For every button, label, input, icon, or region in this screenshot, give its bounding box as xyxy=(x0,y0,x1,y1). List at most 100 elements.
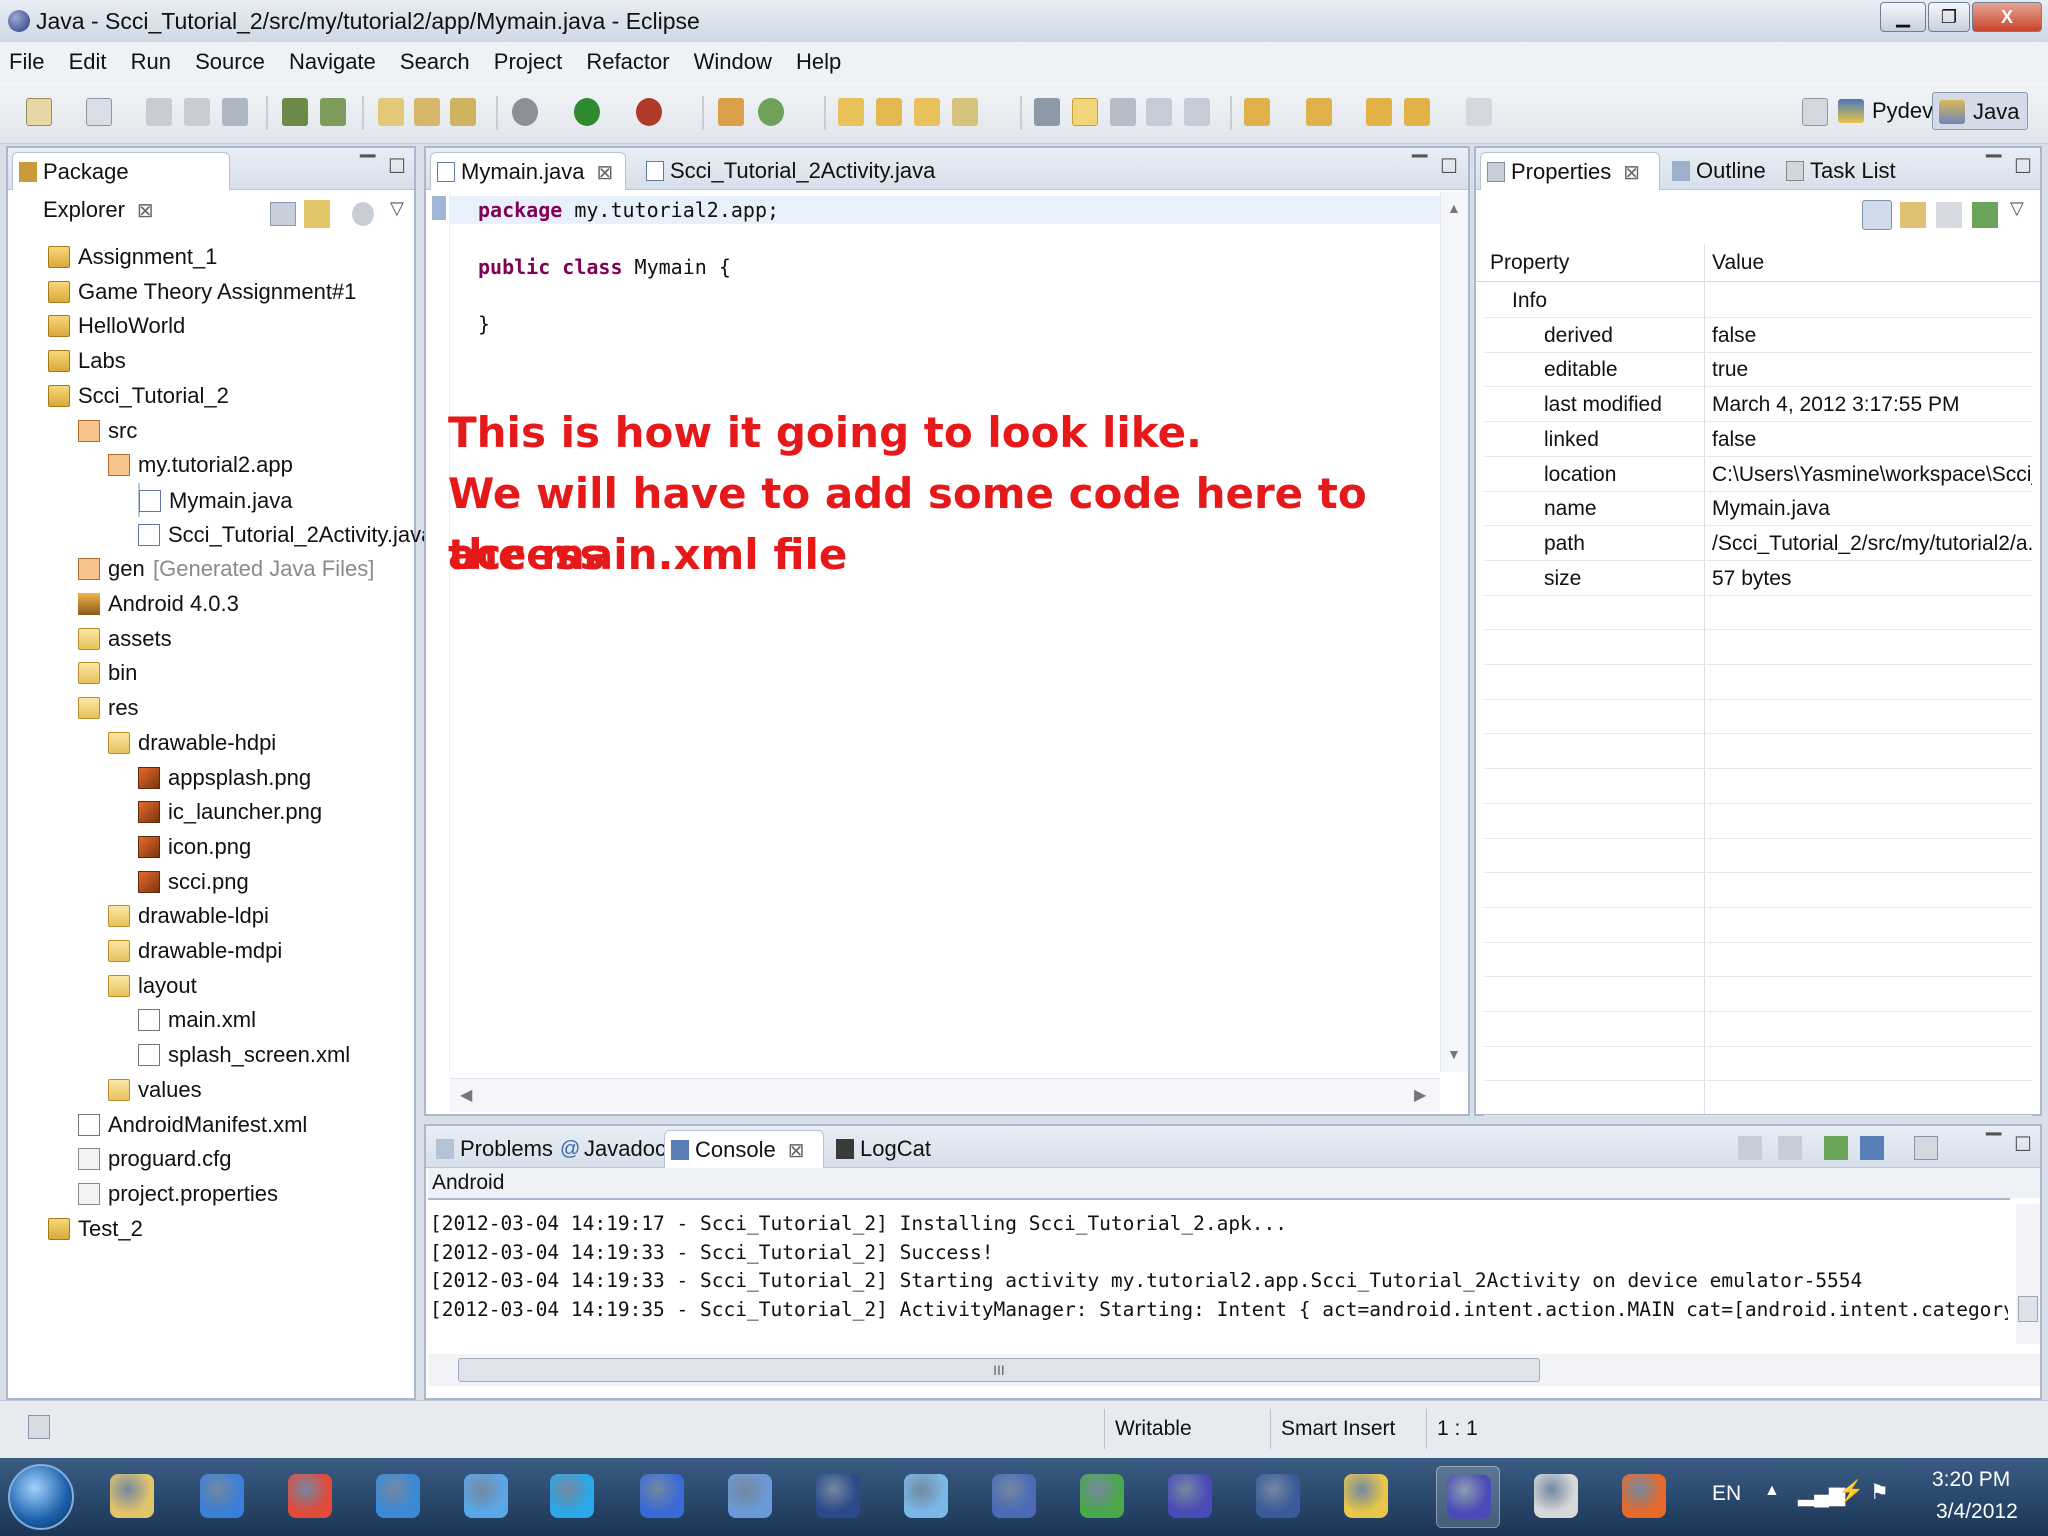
last-edit-location-icon[interactable] xyxy=(1366,98,1392,126)
scroll-lock-icon[interactable] xyxy=(1778,1136,1802,1160)
menu-source[interactable]: Source xyxy=(186,42,274,82)
tab-task-list[interactable]: Task List xyxy=(1780,152,1900,190)
open-folder-icon[interactable] xyxy=(914,98,940,126)
tab-outline[interactable]: Outline xyxy=(1666,152,1776,190)
close-tab-icon[interactable]: ⊠ xyxy=(788,1140,805,1162)
collapse-all-icon[interactable] xyxy=(270,202,296,226)
view-dropdown-icon[interactable]: ▽ xyxy=(2010,198,2024,219)
power-icon[interactable]: ⚡ xyxy=(1838,1480,1864,1504)
taskbar-folder-app-button[interactable] xyxy=(1334,1466,1398,1528)
tab-package-explorer[interactable]: Package Explorer ⊠ xyxy=(12,152,230,222)
taskbar-messenger-button[interactable] xyxy=(454,1466,518,1528)
minimize-view-icon[interactable]: ▔ xyxy=(1412,154,1427,179)
display-console-icon[interactable] xyxy=(1860,1136,1884,1160)
menu-refactor[interactable]: Refactor xyxy=(577,42,678,82)
code-line-5[interactable]: } xyxy=(478,312,490,336)
filter-icon[interactable] xyxy=(1936,202,1962,228)
console-horizontal-scrollbar[interactable]: III xyxy=(428,1354,2040,1386)
action-center-flag-icon[interactable]: ⚑ xyxy=(1870,1480,1889,1505)
view-dropdown-icon[interactable]: ▽ xyxy=(390,198,404,219)
taskbar-qt-creator-button[interactable] xyxy=(1070,1466,1134,1528)
minimize-view-icon[interactable]: ▔ xyxy=(360,154,375,179)
avd-manager-icon[interactable] xyxy=(320,98,346,126)
external-tools-icon[interactable] xyxy=(636,98,662,126)
minimize-button[interactable]: ▁ xyxy=(1880,2,1926,32)
print-icon[interactable] xyxy=(222,98,248,126)
scroll-down-icon[interactable]: ▼ xyxy=(1447,1046,1461,1062)
save-all-icon[interactable] xyxy=(184,98,210,126)
taskbar-eclipse-active-button[interactable] xyxy=(1436,1466,1500,1528)
maximize-button[interactable]: ❐ xyxy=(1928,2,1970,32)
menu-file[interactable]: File xyxy=(0,42,53,82)
clock-date[interactable]: 3/4/2012 xyxy=(1936,1500,2018,1524)
tab-properties[interactable]: Properties ⊠ xyxy=(1480,152,1660,190)
debug-icon[interactable] xyxy=(512,98,538,126)
scroll-thumb[interactable] xyxy=(2018,1296,2038,1322)
taskbar-photoshop-button[interactable] xyxy=(806,1466,870,1528)
maximize-view-icon[interactable]: ☐ xyxy=(2014,154,2032,179)
close-tab-icon[interactable]: ⊠ xyxy=(137,200,154,222)
show-hidden-icons-icon[interactable]: ▲ xyxy=(1764,1482,1780,1500)
language-indicator[interactable]: EN xyxy=(1712,1482,1741,1506)
menu-edit[interactable]: Edit xyxy=(60,42,116,82)
property-row[interactable]: size 57 bytes xyxy=(1484,562,2032,596)
menu-navigate[interactable]: Navigate xyxy=(280,42,385,82)
minimize-view-icon[interactable]: ▔ xyxy=(1986,154,2001,179)
code-line-3[interactable]: public class Mymain { xyxy=(478,255,731,279)
taskbar-itunes-button[interactable] xyxy=(630,1466,694,1528)
editor-vertical-scrollbar[interactable]: ▲ ▼ xyxy=(1440,192,1468,1072)
tab-problems[interactable]: Problems xyxy=(430,1130,553,1168)
new-android-project-icon[interactable] xyxy=(378,98,404,126)
link-with-editor-icon[interactable] xyxy=(304,200,330,228)
close-tab-icon[interactable]: ⊠ xyxy=(1623,162,1640,184)
block-selection-icon[interactable] xyxy=(1146,98,1172,126)
new-android-xml-icon[interactable] xyxy=(450,98,476,126)
forward-icon[interactable] xyxy=(1466,98,1492,126)
taskbar-castle-app-button[interactable] xyxy=(1246,1466,1310,1528)
toggle-annotation-icon[interactable] xyxy=(1034,98,1060,126)
property-row[interactable]: last modified March 4, 2012 3:17:55 PM xyxy=(1484,388,2032,423)
taskbar-safari-button[interactable] xyxy=(366,1466,430,1528)
close-button[interactable]: X xyxy=(1972,2,2042,32)
console-vertical-scrollbar[interactable] xyxy=(2016,1204,2040,1344)
property-row[interactable]: path/Scci_Tutorial_2/src/my/tutorial2/a.… xyxy=(1484,527,2032,561)
show-whitespace-icon[interactable] xyxy=(1184,98,1210,126)
taskbar-eclipse-button[interactable] xyxy=(1158,1466,1222,1528)
taskbar-internet-explorer-button[interactable] xyxy=(190,1466,254,1528)
scroll-right-icon[interactable]: ▶ xyxy=(1414,1085,1426,1105)
new-java-class-icon[interactable] xyxy=(718,98,744,126)
menu-project[interactable]: Project xyxy=(485,42,571,82)
open-perspective-icon[interactable] xyxy=(1802,98,1828,126)
show-categories-icon[interactable] xyxy=(1862,200,1892,230)
save-icon[interactable] xyxy=(146,98,172,126)
tab-mymain-java[interactable]: Mymain.java ⊠ xyxy=(430,152,626,190)
next-annotation-icon[interactable] xyxy=(1244,98,1270,126)
perspective-java[interactable]: Java xyxy=(1932,92,2029,130)
new-icon[interactable] xyxy=(26,98,52,126)
perspective-pydev[interactable]: Pydev xyxy=(1832,92,1941,130)
start-button[interactable] xyxy=(8,1464,74,1530)
maximize-view-icon[interactable]: ☐ xyxy=(388,154,406,179)
scroll-thumb[interactable]: III xyxy=(458,1358,1540,1382)
property-row[interactable]: name Mymain.java xyxy=(1484,492,2032,527)
taskbar-explorer-button[interactable] xyxy=(100,1466,164,1528)
tab-console[interactable]: Console ⊠ xyxy=(664,1130,824,1168)
new-android-test-icon[interactable] xyxy=(414,98,440,126)
property-group-info[interactable]: Info xyxy=(1484,284,2032,318)
tab-scci-activity-java[interactable]: Scci_Tutorial_2Activity.java xyxy=(640,152,940,190)
scroll-up-icon[interactable]: ▲ xyxy=(1447,200,1461,216)
property-row[interactable]: linked false xyxy=(1484,423,2032,457)
previous-annotation-icon[interactable] xyxy=(1306,98,1332,126)
pin-icon[interactable] xyxy=(1972,202,1998,228)
editor-horizontal-scrollbar[interactable]: ◀ ▶ xyxy=(450,1078,1440,1112)
minimize-view-icon[interactable]: ▔ xyxy=(1986,1132,2001,1157)
toggle-word-wrap-icon[interactable] xyxy=(1110,98,1136,126)
new-class-icon[interactable] xyxy=(758,98,784,126)
tab-javadoc[interactable]: @ Javadoc xyxy=(554,1130,666,1168)
search-tool-icon[interactable] xyxy=(952,98,978,126)
android-sdk-icon[interactable] xyxy=(282,98,308,126)
clock-time[interactable]: 3:20 PM xyxy=(1932,1468,2010,1492)
taskbar-image-editor-button[interactable] xyxy=(894,1466,958,1528)
taskbar-office-button[interactable] xyxy=(1612,1466,1676,1528)
menu-search[interactable]: Search xyxy=(391,42,479,82)
